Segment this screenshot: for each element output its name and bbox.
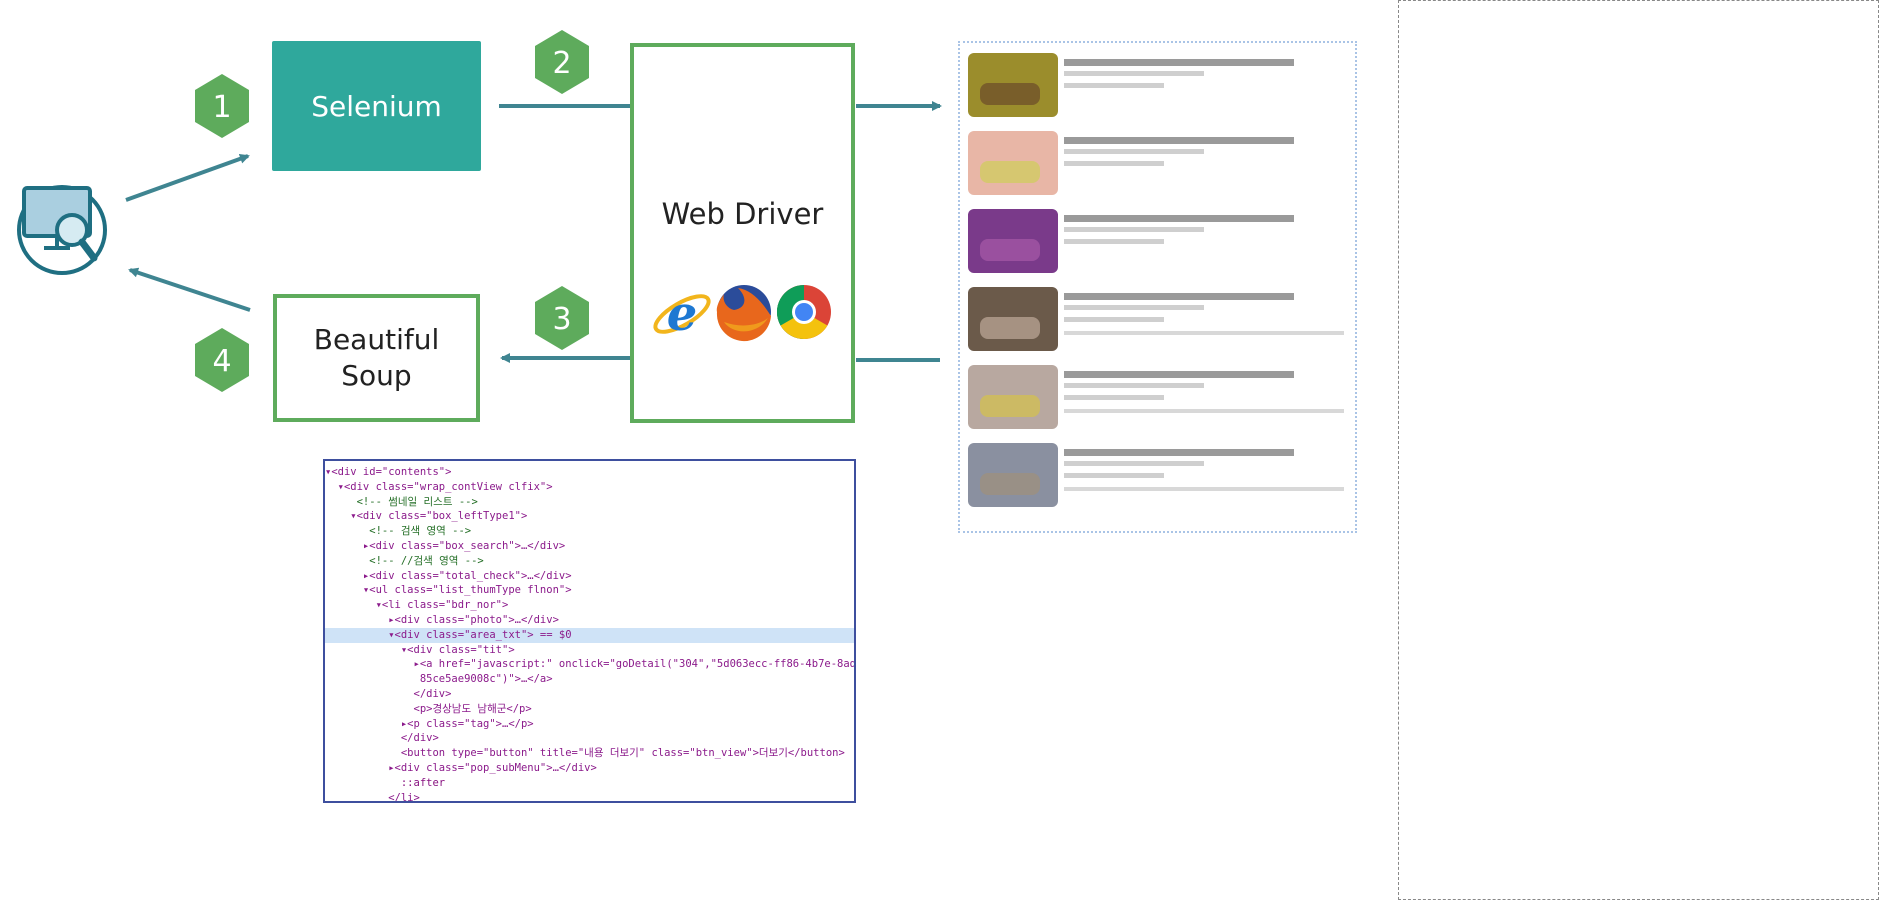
empty-placeholder-panel <box>1398 0 1879 900</box>
result-item <box>968 131 1294 195</box>
code-line: ▸<div class="total_check">…</div> <box>325 569 572 582</box>
result-text-line <box>1064 83 1164 88</box>
result-item <box>968 365 1344 429</box>
code-line: ▾<div class="box_leftType1"> <box>325 510 528 523</box>
result-thumbnail-detail <box>980 161 1040 183</box>
result-text-line <box>1064 215 1294 222</box>
code-line: <button type="button" title="내용 더보기" cla… <box>325 747 845 760</box>
result-text-line <box>1064 487 1344 491</box>
html-source-panel: ▾<div id="contents"> ▾<div class="wrap_c… <box>323 459 856 803</box>
code-line: <p>경상남도 남해군</p> <box>325 702 532 715</box>
code-line: </li> <box>325 791 420 803</box>
step-number: 3 <box>552 302 571 337</box>
computer-search-icon <box>17 185 107 275</box>
step-badge-4: 4 <box>195 328 249 392</box>
arrow-user-to-selenium <box>125 154 250 202</box>
step-number: 2 <box>552 46 571 81</box>
result-item <box>968 209 1294 273</box>
result-item <box>968 443 1344 507</box>
browser-icons: e <box>653 285 831 342</box>
code-line: <!-- 검색 영역 --> <box>325 525 472 538</box>
firefox-icon <box>716 285 771 342</box>
result-thumbnail-detail <box>980 473 1040 495</box>
search-results-panel <box>958 41 1357 533</box>
code-line: ▾<div class="wrap_contView clfix"> <box>325 480 553 493</box>
code-line: ▸<div class="box_search">…</div> <box>325 539 566 552</box>
result-item <box>968 287 1344 351</box>
result-text-line <box>1064 371 1294 378</box>
step-number: 4 <box>212 344 231 379</box>
code-line: ▾<ul class="list_thumType flnon"> <box>325 584 572 597</box>
result-thumbnail-detail <box>980 317 1040 339</box>
result-text-line <box>1064 473 1164 478</box>
code-line: <!-- //검색 영역 --> <box>325 554 484 567</box>
code-line: 85ce5ae9008c")">…</a> <box>325 673 553 686</box>
code-line: ▸<div class="pop_subMenu">…</div> <box>325 761 597 774</box>
result-text-line <box>1064 383 1204 388</box>
step-badge-2: 2 <box>535 30 589 94</box>
svg-text:e: e <box>667 286 698 342</box>
code-line: </div> <box>325 687 452 700</box>
result-text-line <box>1064 409 1344 413</box>
selenium-label: Selenium <box>311 89 442 123</box>
code-line: </div> <box>325 732 439 745</box>
code-line: ▸<p class="tag">…</p> <box>325 717 534 730</box>
result-text-line <box>1064 59 1294 66</box>
result-text-line <box>1064 239 1164 244</box>
result-thumbnail-detail <box>980 395 1040 417</box>
code-line: ▾<div id="contents"> <box>325 466 452 478</box>
step-badge-3: 3 <box>535 286 589 350</box>
code-line: ▸<div class="photo">…</div> <box>325 613 559 626</box>
result-text-line <box>1064 395 1164 400</box>
arrow-soup-to-user <box>128 267 251 312</box>
web-driver-box: Web Driver e <box>630 43 855 423</box>
result-text-line <box>1064 227 1204 232</box>
step-number: 1 <box>212 90 231 125</box>
beautiful-soup-label: Beautiful Soup <box>313 323 440 392</box>
result-text-line <box>1064 331 1344 335</box>
result-text-line <box>1064 137 1294 144</box>
result-text-line <box>1064 305 1204 310</box>
chrome-icon <box>776 285 831 340</box>
result-text-line <box>1064 149 1204 154</box>
code-line: ::after <box>325 776 446 789</box>
code-line: ▾<div class="area_txt"> == $0 <box>325 627 854 643</box>
code-line: ▾<li class="bdr_nor"> <box>325 599 509 612</box>
step-badge-1: 1 <box>195 74 249 138</box>
web-driver-label: Web Driver <box>661 197 824 231</box>
result-text-line <box>1064 449 1294 456</box>
code-line: ▾<div class="tit"> <box>325 643 515 656</box>
result-text-line <box>1064 293 1294 300</box>
result-text-line <box>1064 461 1204 466</box>
result-thumbnail-detail <box>980 239 1040 261</box>
results-list <box>968 53 1344 507</box>
result-item <box>968 53 1294 117</box>
code-line: <!-- 썸네일 리스트 --> <box>325 495 478 508</box>
result-text-line <box>1064 317 1164 322</box>
result-text-line <box>1064 161 1164 166</box>
code-line: ▸<a href="javascript:" onclick="goDetail… <box>325 658 856 671</box>
result-thumbnail-detail <box>980 83 1040 105</box>
code-lines: ▾<div id="contents"> ▾<div class="wrap_c… <box>325 465 856 803</box>
selenium-box: Selenium <box>272 41 481 171</box>
internet-explorer-icon: e <box>653 286 711 342</box>
beautiful-soup-box: Beautiful Soup <box>273 294 480 422</box>
result-text-line <box>1064 71 1204 76</box>
